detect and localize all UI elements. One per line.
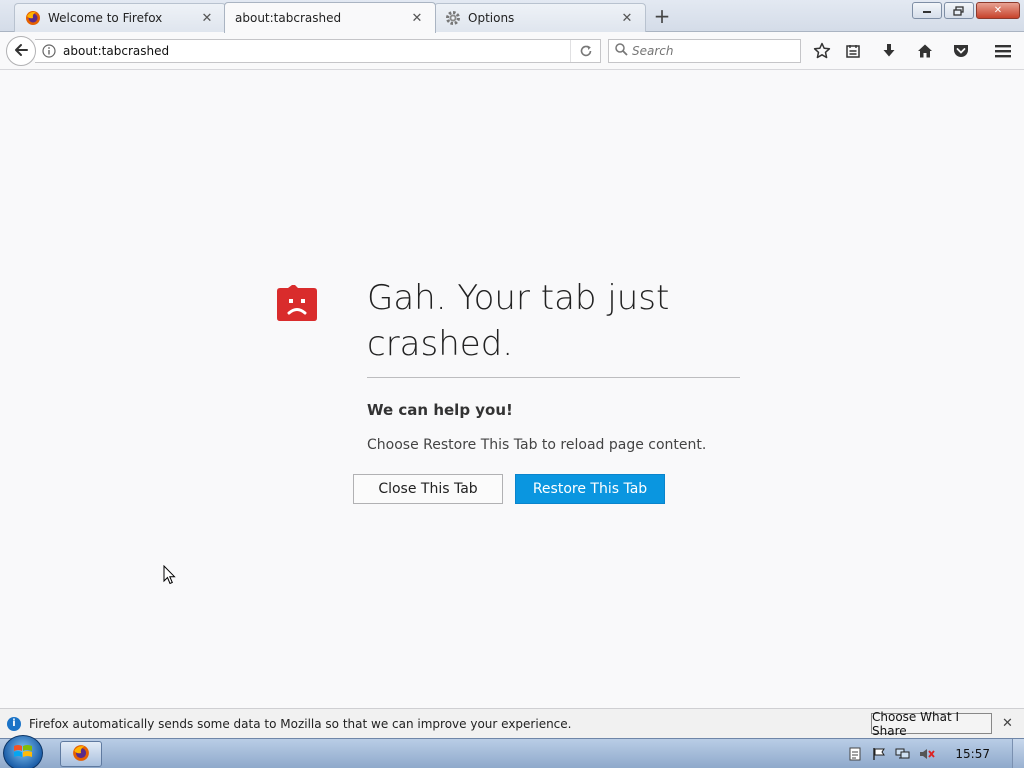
- taskbar-firefox-button[interactable]: [60, 741, 102, 767]
- close-tab-button[interactable]: Close This Tab: [353, 474, 503, 504]
- notification-text: Firefox automatically sends some data to…: [29, 716, 572, 731]
- search-input[interactable]: [632, 44, 792, 58]
- crash-title: Gah. Your tab just crashed.: [367, 278, 670, 364]
- search-icon: [615, 43, 628, 59]
- tab-options[interactable]: Options ✕: [434, 3, 646, 32]
- document-icon[interactable]: [847, 746, 863, 762]
- back-button[interactable]: [6, 36, 36, 66]
- new-tab-plus-icon[interactable]: +: [650, 4, 674, 28]
- page-content: Gah. Your tab just crashed. We can help …: [0, 71, 1024, 708]
- data-reporting-notification: i Firefox automatically sends some data …: [0, 708, 1024, 738]
- minimize-icon[interactable]: [912, 2, 942, 19]
- reload-icon[interactable]: [570, 40, 600, 62]
- tab-close-icon[interactable]: ✕: [199, 10, 215, 26]
- pocket-icon[interactable]: [948, 39, 974, 63]
- sad-tab-icon: [277, 285, 317, 324]
- nav-bar: about:tabcrashed: [0, 32, 1024, 70]
- help-text: Choose Restore This Tab to reload page c…: [367, 437, 707, 453]
- url-bar[interactable]: about:tabcrashed: [35, 39, 601, 63]
- download-icon[interactable]: [876, 39, 902, 63]
- system-tray: 15:57: [847, 739, 1024, 768]
- volume-muted-icon[interactable]: [919, 746, 936, 762]
- bookmark-star-icon[interactable]: [809, 39, 835, 63]
- mouse-pointer-icon: [163, 564, 176, 588]
- clock[interactable]: 15:57: [955, 747, 990, 761]
- info-icon: i: [7, 716, 21, 731]
- tab-welcome[interactable]: Welcome to Firefox ✕: [14, 3, 226, 32]
- show-desktop-button[interactable]: [1012, 739, 1024, 768]
- tab-close-icon[interactable]: ✕: [619, 10, 635, 26]
- gear-icon: [445, 10, 461, 26]
- info-icon[interactable]: [35, 40, 63, 62]
- window-controls: ✕: [910, 2, 1020, 19]
- reading-list-icon[interactable]: [840, 39, 866, 63]
- action-center-flag-icon[interactable]: [871, 746, 887, 762]
- maximize-icon[interactable]: [944, 2, 974, 19]
- search-bar[interactable]: [608, 39, 801, 63]
- help-heading: We can help you!: [367, 401, 513, 419]
- tab-title: about:tabcrashed: [235, 11, 342, 25]
- tab-strip: Welcome to Firefox ✕ about:tabcrashed ✕ …: [0, 0, 1024, 33]
- start-button[interactable]: [3, 735, 43, 768]
- tab-close-icon[interactable]: ✕: [409, 10, 425, 26]
- network-icon[interactable]: [895, 746, 911, 762]
- hamburger-menu-icon[interactable]: [990, 39, 1016, 63]
- tab-title: Options: [468, 11, 515, 25]
- close-notification-icon[interactable]: ✕: [1002, 716, 1013, 731]
- firefox-icon: [25, 10, 41, 26]
- tab-title: Welcome to Firefox: [48, 11, 163, 25]
- divider: [367, 377, 740, 378]
- firefox-icon: [72, 744, 90, 765]
- url-text: about:tabcrashed: [63, 44, 170, 58]
- tab-tabcrashed[interactable]: about:tabcrashed ✕: [224, 2, 436, 33]
- choose-what-i-share-button[interactable]: Choose What I Share: [871, 710, 992, 738]
- home-icon[interactable]: [912, 39, 938, 63]
- close-window-icon[interactable]: ✕: [976, 2, 1020, 19]
- windows-logo-icon: [13, 743, 33, 764]
- taskbar: 15:57: [0, 735, 1024, 768]
- back-arrow-icon: [13, 42, 29, 61]
- restore-tab-button[interactable]: Restore This Tab: [515, 474, 665, 504]
